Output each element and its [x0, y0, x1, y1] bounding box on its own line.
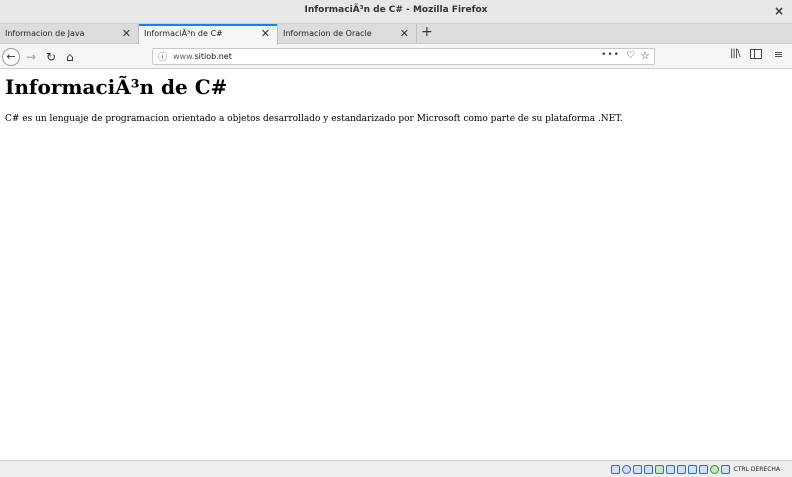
window-title: InformaciÃ³n de C# - Mozilla Firefox: [304, 5, 488, 15]
cpu-icon[interactable]: [698, 464, 708, 474]
site-info-icon[interactable]: ⓘ: [158, 50, 167, 63]
tab-informacion-oracle[interactable]: Informacion de Oracle ✕: [278, 24, 417, 44]
window-close-button[interactable]: ×: [774, 4, 784, 18]
bookmark-star-icon[interactable]: ☆: [640, 49, 650, 62]
page-heading: InformaciÃ³n de C#: [5, 75, 228, 99]
home-button[interactable]: ⌂: [66, 48, 74, 66]
url-domain: sitiob.net: [194, 52, 232, 61]
shared-folders-icon[interactable]: [665, 464, 675, 474]
sidebar-icon[interactable]: [750, 49, 762, 59]
hamburger-menu-icon[interactable]: ≡: [774, 48, 783, 61]
tab-close-icon[interactable]: ✕: [400, 27, 409, 40]
vm-status-bar: CTRL DERECHA: [0, 460, 792, 477]
window-titlebar: InformaciÃ³n de C# - Mozilla Firefox ×: [0, 0, 792, 24]
host-key-label: CTRL DERECHA: [733, 465, 780, 473]
page-content: InformaciÃ³n de C# C# es un lenguaje de …: [0, 70, 792, 460]
new-tab-button[interactable]: +: [421, 24, 433, 40]
mouse-integration-icon[interactable]: [709, 464, 719, 474]
video-capture-icon[interactable]: [687, 464, 697, 474]
library-icon[interactable]: |||\: [730, 48, 741, 59]
storage-icon[interactable]: [610, 464, 620, 474]
reload-button[interactable]: ↻: [46, 48, 56, 66]
url-prefix: www.: [173, 52, 195, 61]
url-text[interactable]: www.sitiob.net: [173, 52, 232, 61]
network-icon[interactable]: [643, 464, 653, 474]
keyboard-icon[interactable]: [720, 464, 730, 474]
url-bar[interactable]: ⓘ www.sitiob.net ••• ♡ ☆: [152, 48, 655, 65]
tab-informacion-java[interactable]: Informacion de Java ✕: [0, 24, 139, 44]
tab-label: Informacion de Java: [5, 29, 85, 38]
usb-icon[interactable]: [654, 464, 664, 474]
vm-tray: CTRL DERECHA: [610, 463, 780, 475]
optical-drive-icon[interactable]: [621, 464, 631, 474]
pocket-icon[interactable]: ♡: [626, 50, 635, 61]
audio-icon[interactable]: [632, 464, 642, 474]
tab-label: Informacion de Oracle: [283, 29, 372, 38]
tab-close-icon[interactable]: ✕: [122, 27, 131, 40]
tab-strip: Informacion de Java ✕ InformaciÃ³n de C#…: [0, 24, 792, 45]
navigation-toolbar: ← → ↻ ⌂ ⓘ www.sitiob.net ••• ♡ ☆ |||\ ≡: [0, 45, 792, 69]
back-button[interactable]: ←: [2, 48, 20, 66]
display-icon[interactable]: [676, 464, 686, 474]
forward-button[interactable]: →: [26, 48, 36, 66]
page-paragraph: C# es un lenguaje de programacion orient…: [5, 114, 623, 124]
tab-informacion-csharp[interactable]: InformaciÃ³n de C# ✕: [139, 24, 278, 45]
tab-label: InformaciÃ³n de C#: [144, 29, 223, 38]
tab-close-icon[interactable]: ✕: [261, 27, 270, 40]
page-actions-icon[interactable]: •••: [601, 50, 620, 60]
